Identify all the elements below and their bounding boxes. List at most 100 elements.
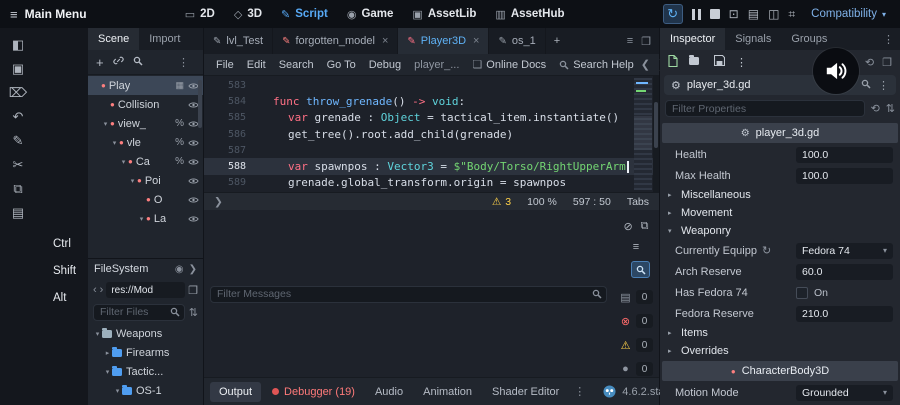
visibility-toggle-icon[interactable] — [188, 215, 199, 223]
nav-back-icon[interactable]: ‹ — [93, 284, 97, 296]
scene-node-row[interactable]: ▾ ● Poi — [88, 171, 203, 190]
save-icon[interactable]: ▣ — [7, 58, 29, 79]
warnings-indicator[interactable]: ⚠ 3 — [492, 196, 511, 208]
delete-icon[interactable]: ⌦ — [7, 82, 29, 103]
tab-inspector[interactable]: Inspector — [660, 28, 726, 50]
resource-kebab-icon[interactable]: ⋮ — [736, 56, 747, 69]
visibility-toggle-icon[interactable] — [188, 196, 199, 204]
inspector-group-row[interactable]: ▸ Movement — [660, 204, 900, 222]
line-number[interactable]: 588 — [204, 161, 258, 172]
scene-node-row[interactable]: ● O — [88, 190, 203, 209]
key-shift[interactable]: Shift — [53, 265, 88, 277]
menu-file[interactable]: File — [210, 57, 240, 73]
search-icon[interactable] — [133, 56, 143, 69]
panel-kebab-icon[interactable]: ⋮ — [570, 385, 589, 398]
line-number[interactable]: 586 — [204, 129, 258, 140]
workspace-assethub[interactable]: ▥ AssetHub — [487, 5, 572, 24]
new-resource-icon[interactable] — [668, 54, 678, 70]
float-panel-icon[interactable]: ❐ — [641, 35, 651, 48]
paste-icon[interactable]: ▤ — [7, 202, 29, 223]
copy-icon[interactable]: ⧉ — [7, 178, 29, 199]
inspector-group-row[interactable]: ▸ Miscellaneous — [660, 186, 900, 204]
output-filter-toggle-log[interactable]: ▤ 0 — [619, 290, 653, 304]
tab-debugger[interactable]: Debugger (19) — [263, 382, 364, 402]
unique-name-icon[interactable]: % — [175, 118, 184, 129]
scene-node-row[interactable]: ● Collision — [88, 95, 203, 114]
unique-name-icon[interactable]: % — [175, 156, 184, 167]
code-scrollbar[interactable] — [653, 76, 659, 192]
renderer-selector[interactable]: Compatibility ▾ — [807, 5, 890, 23]
split-mode-icon[interactable]: ◉ — [175, 264, 184, 275]
property-value-field[interactable]: 210.0 — [796, 305, 893, 322]
expand-arrow-icon[interactable]: ▸ — [103, 349, 112, 357]
scene-node-row[interactable]: ● Play ▦ — [88, 76, 203, 95]
chevron-right-icon[interactable]: ❯ — [189, 264, 197, 275]
workspace-assetlib[interactable]: ▣ AssetLib — [404, 5, 484, 24]
history-icon[interactable]: ⟲ — [865, 56, 874, 69]
menu-debug[interactable]: Debug — [363, 57, 407, 73]
copy-output-icon[interactable]: ⧉ — [641, 220, 649, 233]
script-tab-player3d[interactable]: ✎ Player3D × — [398, 28, 490, 54]
tab-signals[interactable]: Signals — [725, 28, 781, 50]
expand-arrow-icon[interactable]: ▾ — [137, 215, 146, 223]
expand-arrow-icon[interactable]: ▾ — [119, 158, 128, 166]
online-docs-button[interactable]: ❏ Online Docs — [466, 56, 552, 73]
code-area[interactable]: 583 584 func throw_grenade() -> void:585 va… — [204, 76, 659, 192]
code-line[interactable]: 588 var spawnpos : Vector3 = $"Body/Torso… — [204, 158, 659, 175]
property-history-icon[interactable]: ⟲ — [871, 102, 880, 115]
scene-node-row[interactable]: ▾ ● La — [88, 209, 203, 228]
output-search-button[interactable] — [631, 261, 650, 278]
indent-mode[interactable]: Tabs — [627, 196, 649, 208]
cut-icon[interactable]: ✂ — [7, 154, 29, 175]
menu-goto[interactable]: Go To — [321, 57, 362, 73]
code-line[interactable]: 585 var grenade : Object = tactical_item.… — [204, 110, 659, 126]
instance-scene-icon[interactable] — [112, 55, 124, 69]
line-number[interactable]: 589 — [204, 177, 258, 188]
search-icon[interactable] — [861, 79, 871, 92]
nav-forward-icon[interactable]: › — [100, 284, 104, 296]
checkbox[interactable] — [796, 286, 808, 299]
expand-chevron-icon[interactable]: ❯ — [214, 196, 223, 208]
filter-list-icon[interactable]: ≡ — [633, 241, 639, 253]
file-tree-row[interactable]: ▾ OS-1 — [88, 381, 203, 400]
property-value-field[interactable]: 60.0 — [796, 263, 893, 280]
save-resource-icon[interactable] — [713, 54, 726, 69]
output-filter-toggle-error[interactable]: ⊗ 0 — [619, 314, 653, 328]
line-number[interactable]: 583 — [204, 80, 258, 91]
undo-icon[interactable]: ↶ — [7, 106, 29, 127]
tab-shader-editor[interactable]: Shader Editor — [483, 382, 568, 402]
line-number[interactable]: 587 — [204, 145, 258, 156]
expand-arrow-icon[interactable]: ▾ — [128, 177, 137, 185]
visibility-toggle-icon[interactable] — [188, 139, 199, 147]
inspector-group-row[interactable]: ▸ Items — [660, 324, 900, 342]
key-ctrl[interactable]: Ctrl — [53, 238, 88, 250]
tab-output[interactable]: Output — [210, 381, 262, 402]
sort-properties-icon[interactable]: ⇅ — [886, 102, 895, 115]
inspector-group-row[interactable]: ▾ Weaponry — [660, 222, 900, 240]
inspector-group-row[interactable]: ▸ Overrides — [660, 342, 900, 360]
file-tree-row[interactable]: ▾ Weapons — [88, 324, 203, 343]
property-value-field[interactable]: 100.0 — [796, 167, 893, 184]
search-help-button[interactable]: Search Help — [553, 57, 640, 73]
code-line[interactable]: 584 func throw_grenade() -> void: — [204, 93, 659, 109]
revert-icon[interactable]: ↻ — [762, 244, 771, 257]
current-path[interactable]: res://Mod — [106, 282, 186, 298]
sort-files-icon[interactable]: ⇅ — [189, 306, 198, 319]
object-kebab-icon[interactable]: ⋮ — [878, 79, 889, 92]
tab-animation[interactable]: Animation — [414, 382, 481, 402]
editable-children-icon[interactable]: ▦ — [175, 80, 184, 91]
code-line[interactable]: 589 grenade.global_transform.origin = spa… — [204, 175, 659, 191]
stop-button[interactable] — [709, 9, 720, 19]
load-resource-icon[interactable] — [689, 55, 703, 68]
code-line[interactable]: 586 get_tree().root.add_child(grenade) — [204, 126, 659, 142]
clear-output-icon[interactable]: ⊘ — [623, 220, 632, 233]
script-tab-forgotten-model[interactable]: ✎ forgotten_model × — [273, 28, 399, 54]
tab-scene[interactable]: Scene — [88, 28, 140, 50]
expand-arrow-icon[interactable]: ▾ — [103, 368, 112, 376]
expand-arrow-icon[interactable]: ▾ — [93, 330, 102, 338]
line-number[interactable]: 585 — [204, 112, 258, 123]
property-value-field[interactable]: 100.0 — [796, 146, 893, 163]
open-external-icon[interactable]: ❐ — [188, 284, 198, 297]
code-line[interactable]: 587 — [204, 142, 659, 158]
remote-debug-icon[interactable]: ⊡ — [729, 7, 739, 21]
